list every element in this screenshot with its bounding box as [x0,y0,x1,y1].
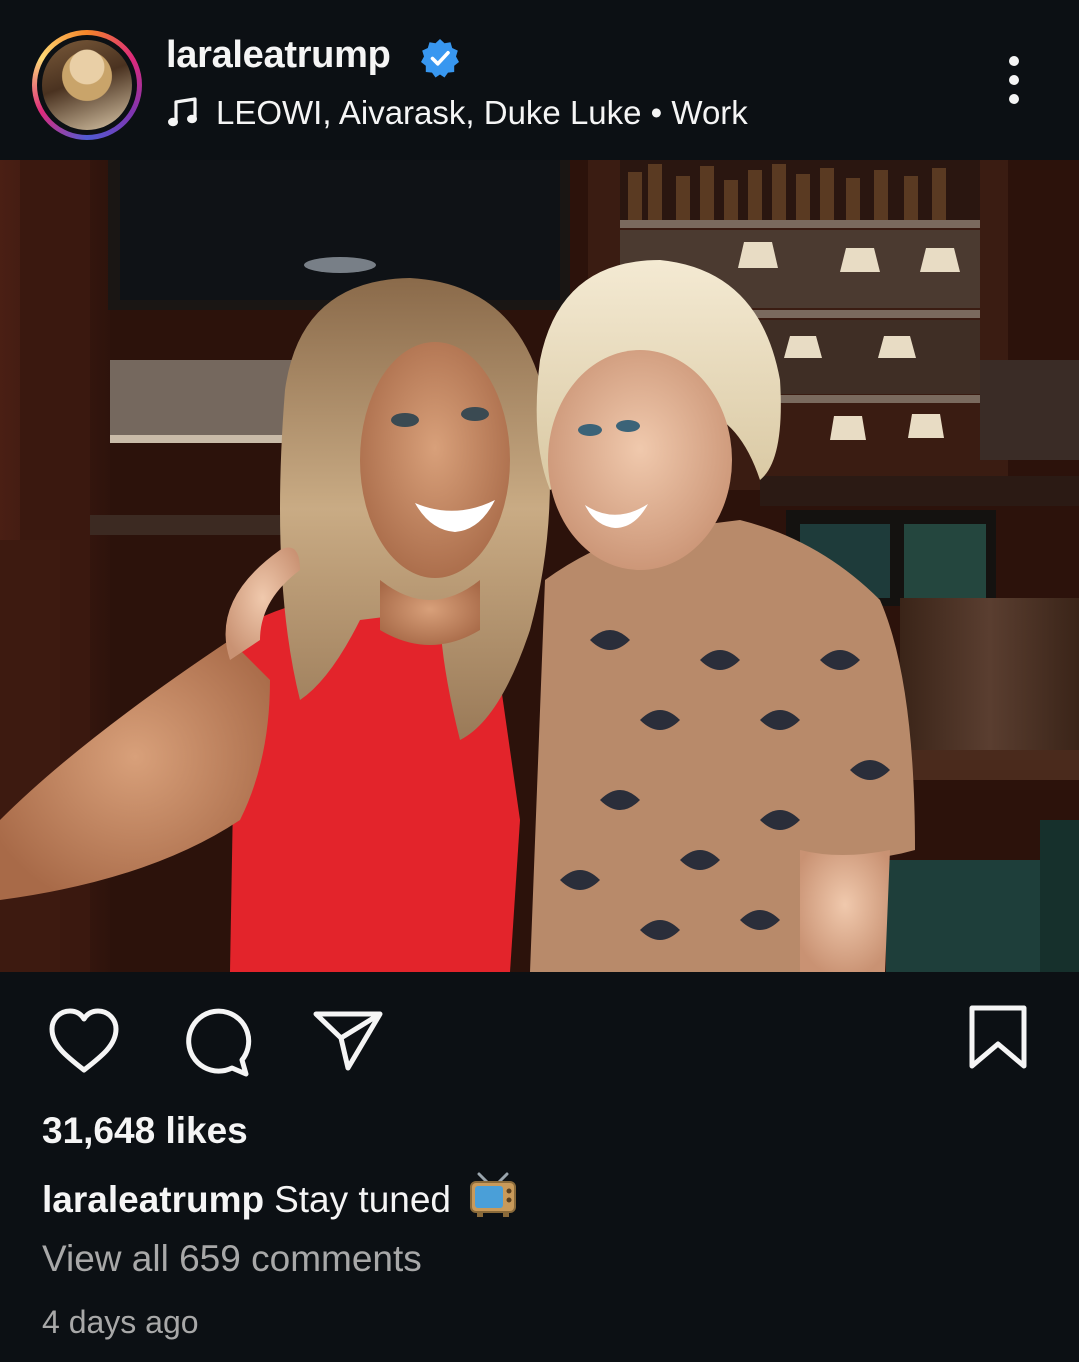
caption-text: Stay tuned [274,1179,451,1220]
more-options-icon[interactable] [996,56,1032,112]
instagram-post: laraleatrump LEOWI, Aivarask, Duke Luke … [0,0,1079,1362]
likes-count[interactable]: 31,648 likes [42,1110,248,1152]
post-photo[interactable] [0,160,1079,972]
verified-badge-icon [421,39,459,78]
tv-icon [470,1172,517,1217]
post-timestamp: 4 days ago [42,1304,199,1340]
heart-icon[interactable] [46,1004,122,1080]
share-icon[interactable] [310,1004,386,1080]
avatar [42,40,132,130]
caption-username[interactable]: laraleatrump [42,1179,264,1220]
post-username[interactable]: laraleatrump [166,34,391,77]
post-header: laraleatrump LEOWI, Aivarask, Duke Luke … [0,0,1079,160]
comment-icon[interactable] [178,1004,254,1080]
photo-scene [0,160,1079,972]
view-comments-link[interactable]: View all 659 comments [42,1238,422,1280]
avatar-story-ring[interactable] [32,30,142,140]
bookmark-icon[interactable] [960,1004,1036,1080]
audio-track-label[interactable]: LEOWI, Aivarask, Duke Luke • Work [216,94,748,132]
caption: laraleatrump Stay tuned [42,1172,517,1221]
music-note-icon [168,97,197,127]
